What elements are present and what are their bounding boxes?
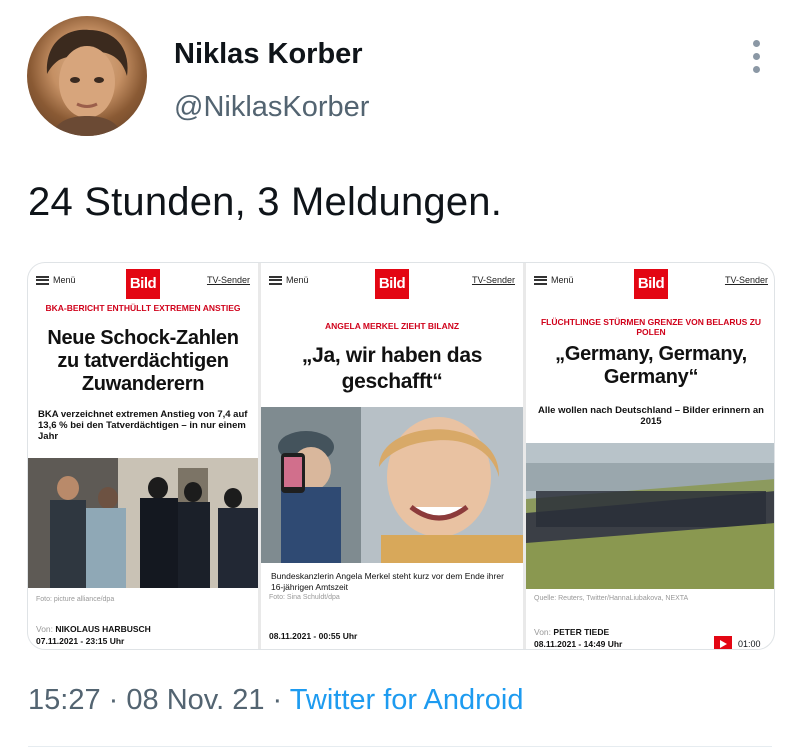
video-play-button[interactable]: 01:00 [710,633,766,649]
bild-topbar: Menü Bild TV-Sender [526,267,774,301]
article-headline[interactable]: „Ja, wir haben das geschafft“ [267,343,517,395]
menu-label: Menü [53,275,76,285]
article-teaser: Alle wollen nach Deutschland – Bilder er… [538,405,764,427]
video-duration: 01:00 [738,639,761,649]
photo-caption: Foto: Sina Schuldt/dpa [269,594,340,601]
article-teaser: BKA verzeichnet extremen Anstieg von 7,4… [38,409,248,442]
tweet-time[interactable]: 15:27 [28,684,101,716]
menu-button[interactable]: Menü [36,275,76,285]
author-avatar[interactable] [27,16,147,136]
article-photo [28,458,258,588]
author-name-text: PETER TIEDE [553,627,610,637]
menu-button[interactable]: Menü [269,275,309,285]
article-headline[interactable]: Neue Schock-Zahlen zu tatverdächtigen Zu… [34,327,252,396]
tweet-metadata: 15:27 · 08 Nov. 21 · Twitter for Android [28,684,523,717]
video-thumbnail[interactable]: 01:00 [526,443,774,649]
meta-separator: · [108,684,119,716]
article-headline[interactable]: „Germany, Germany, Germany“ [532,343,770,389]
play-icon [714,636,732,649]
tweet-date[interactable]: 08 Nov. 21 [126,684,264,716]
tweet-text: 24 Stunden, 3 Meldungen. [28,180,503,224]
photo-caption: Foto: picture alliance/dpa [36,596,115,603]
bild-logo: Bild [634,269,668,299]
divider [28,746,772,747]
hamburger-icon [269,275,282,285]
article-date: 08.11.2021 - 00:55 Uhr [269,631,358,641]
meta-separator-2: · [272,684,283,716]
author-handle[interactable]: @NiklasKorber [174,91,369,124]
tv-sender-link[interactable]: TV-Sender [207,275,250,285]
article-date: 08.11.2021 - 14:49 Uhr [534,639,623,649]
hamburger-icon [36,275,49,285]
bild-logo: Bild [375,269,409,299]
article-kicker: ANGELA MERKEL ZIEHT BILANZ [324,321,460,331]
author-prefix: Von: [36,624,54,634]
article-photo [261,407,523,563]
bild-screenshot-1[interactable]: Menü Bild TV-Sender BKA-BERICHT ENTHÜLLT… [28,263,258,649]
tv-sender-link[interactable]: TV-Sender [725,275,768,285]
menu-label: Menü [286,275,309,285]
bild-topbar: Menü Bild TV-Sender [261,267,523,301]
hamburger-icon [534,275,547,285]
article-kicker: FLÜCHTLINGE STÜRMEN GRENZE VON BELARUS Z… [540,317,762,337]
author-name[interactable]: Niklas Korber [174,38,363,71]
bild-screenshot-3[interactable]: Menü Bild TV-Sender FLÜCHTLINGE STÜRMEN … [526,263,774,649]
person-avatar-icon [46,29,128,136]
tweet-media[interactable]: Menü Bild TV-Sender BKA-BERICHT ENTHÜLLT… [27,262,775,650]
bild-screenshot-2[interactable]: Menü Bild TV-Sender ANGELA MERKEL ZIEHT … [261,263,523,649]
menu-label: Menü [551,275,574,285]
article-author: Von: PETER TIEDE [534,627,609,637]
article-kicker: BKA-BERICHT ENTHÜLLT EXTREMEN ANSTIEG [45,303,241,313]
photo-description: Bundeskanzlerin Angela Merkel steht kurz… [271,571,504,592]
article-author: Von: NIKOLAUS HARBUSCH [36,624,151,634]
more-options-icon[interactable] [746,40,766,74]
author-name-text: NIKOLAUS HARBUSCH [55,624,151,634]
tweet-client-link[interactable]: Twitter for Android [290,684,524,716]
bild-logo: Bild [126,269,160,299]
menu-button[interactable]: Menü [534,275,574,285]
photo-caption: Quelle: Reuters, Twitter/HannaLiubakova,… [534,595,689,602]
author-prefix: Von: [534,627,552,637]
bild-topbar: Menü Bild TV-Sender [28,267,258,301]
article-date: 07.11.2021 - 23:15 Uhr [36,636,125,646]
tv-sender-link[interactable]: TV-Sender [472,275,515,285]
